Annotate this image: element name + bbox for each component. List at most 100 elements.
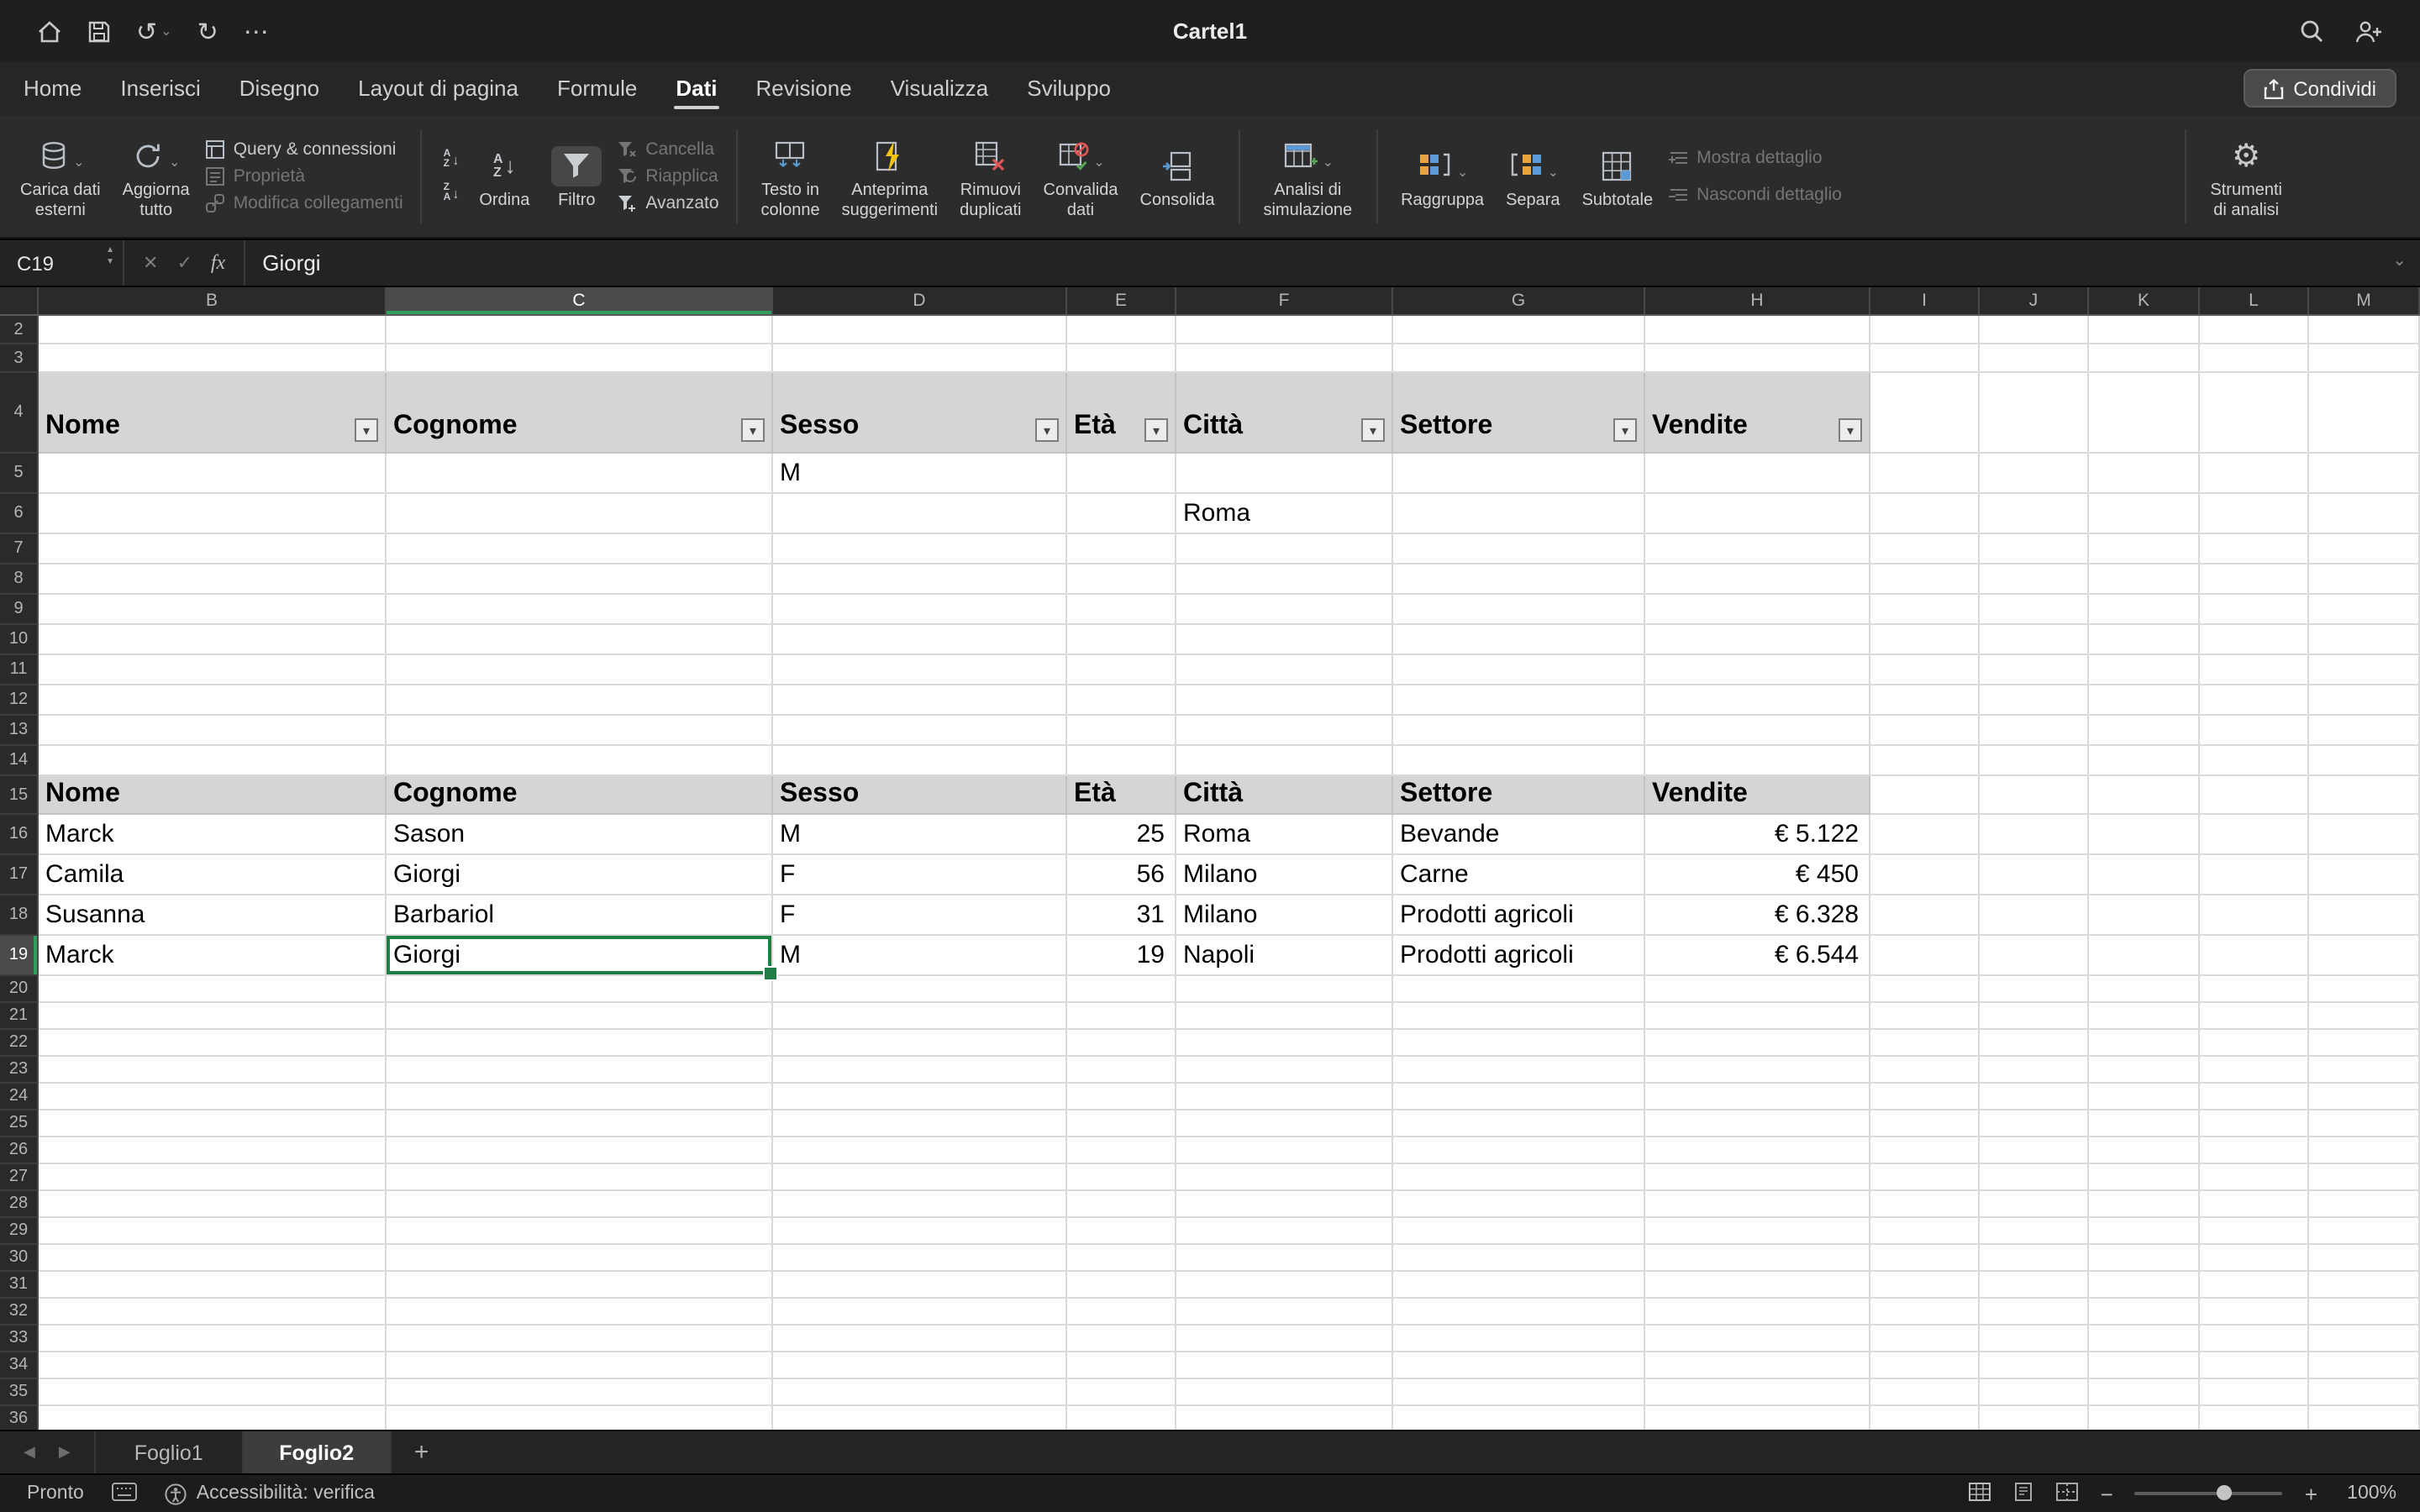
cell-J16[interactable] [1980, 815, 2089, 855]
cell-J23[interactable] [1980, 1057, 2089, 1084]
cell-K20[interactable] [2089, 976, 2200, 1003]
zoom-out-icon[interactable]: − [2101, 1481, 2113, 1506]
cell-G15[interactable]: Settore [1393, 776, 1645, 815]
cell-C16[interactable]: Sason [387, 815, 773, 855]
cell-F36[interactable] [1176, 1406, 1393, 1430]
cell-L12[interactable] [2200, 685, 2309, 716]
cell-F21[interactable] [1176, 1003, 1393, 1030]
cell-G12[interactable] [1393, 685, 1645, 716]
cell-D15[interactable]: Sesso [773, 776, 1067, 815]
cell-F17[interactable]: Milano [1176, 855, 1393, 895]
cell-E21[interactable] [1067, 1003, 1176, 1030]
row-header-13[interactable]: 13 [0, 716, 39, 746]
cell-F28[interactable] [1176, 1191, 1393, 1218]
cell-B36[interactable] [39, 1406, 387, 1430]
row-header-12[interactable]: 12 [0, 685, 39, 716]
cell-B16[interactable]: Marck [39, 815, 387, 855]
cell-J30[interactable] [1980, 1245, 2089, 1272]
cell-G33[interactable] [1393, 1326, 1645, 1352]
tab-sviluppo[interactable]: Sviluppo [1025, 66, 1113, 113]
cell-L5[interactable] [2200, 454, 2309, 494]
save-icon[interactable] [87, 19, 111, 43]
cell-M28[interactable] [2309, 1191, 2420, 1218]
cell-D2[interactable] [773, 316, 1067, 344]
column-header-L[interactable]: L [2200, 287, 2309, 314]
row-header-8[interactable]: 8 [0, 564, 39, 595]
cell-D22[interactable] [773, 1030, 1067, 1057]
cell-G7[interactable] [1393, 534, 1645, 564]
cell-M15[interactable] [2309, 776, 2420, 815]
cell-G35[interactable] [1393, 1379, 1645, 1406]
cell-K9[interactable] [2089, 595, 2200, 625]
cell-B17[interactable]: Camila [39, 855, 387, 895]
cell-B24[interactable] [39, 1084, 387, 1110]
cell-G4[interactable]: Settore▾ [1393, 373, 1645, 454]
cell-H28[interactable] [1645, 1191, 1870, 1218]
cell-M29[interactable] [2309, 1218, 2420, 1245]
row-header-7[interactable]: 7 [0, 534, 39, 564]
cell-I17[interactable] [1870, 855, 1980, 895]
tab-layout-di-pagina[interactable]: Layout di pagina [356, 66, 520, 113]
cell-E35[interactable] [1067, 1379, 1176, 1406]
cell-G21[interactable] [1393, 1003, 1645, 1030]
cell-C3[interactable] [387, 344, 773, 373]
cell-J6[interactable] [1980, 494, 2089, 534]
cell-I15[interactable] [1870, 776, 1980, 815]
row-header-4[interactable]: 4 [0, 373, 39, 454]
subtotal-button[interactable]: Subtotale [1576, 139, 1660, 214]
row-header-30[interactable]: 30 [0, 1245, 39, 1272]
cell-L33[interactable] [2200, 1326, 2309, 1352]
cell-M10[interactable] [2309, 625, 2420, 655]
cell-F30[interactable] [1176, 1245, 1393, 1272]
cell-I14[interactable] [1870, 746, 1980, 776]
select-all-corner[interactable] [0, 287, 39, 314]
cell-H16[interactable]: € 5.122 [1645, 815, 1870, 855]
cell-B32[interactable] [39, 1299, 387, 1326]
cell-H22[interactable] [1645, 1030, 1870, 1057]
cell-D3[interactable] [773, 344, 1067, 373]
row-header-10[interactable]: 10 [0, 625, 39, 655]
column-header-M[interactable]: M [2309, 287, 2420, 314]
cell-J3[interactable] [1980, 344, 2089, 373]
row-header-36[interactable]: 36 [0, 1406, 39, 1430]
cell-E32[interactable] [1067, 1299, 1176, 1326]
cell-G29[interactable] [1393, 1218, 1645, 1245]
cell-M9[interactable] [2309, 595, 2420, 625]
cell-F27[interactable] [1176, 1164, 1393, 1191]
cell-D11[interactable] [773, 655, 1067, 685]
cell-B34[interactable] [39, 1352, 387, 1379]
cell-J32[interactable] [1980, 1299, 2089, 1326]
cell-B29[interactable] [39, 1218, 387, 1245]
cell-F32[interactable] [1176, 1299, 1393, 1326]
cell-L22[interactable] [2200, 1030, 2309, 1057]
cell-K33[interactable] [2089, 1326, 2200, 1352]
cell-C5[interactable] [387, 454, 773, 494]
cell-C27[interactable] [387, 1164, 773, 1191]
cell-J31[interactable] [1980, 1272, 2089, 1299]
cell-G9[interactable] [1393, 595, 1645, 625]
cell-M31[interactable] [2309, 1272, 2420, 1299]
cell-B6[interactable] [39, 494, 387, 534]
row-header-34[interactable]: 34 [0, 1352, 39, 1379]
cell-M23[interactable] [2309, 1057, 2420, 1084]
cell-D10[interactable] [773, 625, 1067, 655]
cell-L4[interactable] [2200, 373, 2309, 454]
cell-F35[interactable] [1176, 1379, 1393, 1406]
cell-B14[interactable] [39, 746, 387, 776]
keyboard-icon[interactable] [111, 1481, 138, 1506]
cell-K14[interactable] [2089, 746, 2200, 776]
cell-I20[interactable] [1870, 976, 1980, 1003]
cell-F16[interactable]: Roma [1176, 815, 1393, 855]
cell-E7[interactable] [1067, 534, 1176, 564]
row-header-28[interactable]: 28 [0, 1191, 39, 1218]
cell-J12[interactable] [1980, 685, 2089, 716]
cell-I18[interactable] [1870, 895, 1980, 936]
column-header-J[interactable]: J [1980, 287, 2089, 314]
cell-I11[interactable] [1870, 655, 1980, 685]
cell-C7[interactable] [387, 534, 773, 564]
cell-J17[interactable] [1980, 855, 2089, 895]
cell-B25[interactable] [39, 1110, 387, 1137]
cell-K18[interactable] [2089, 895, 2200, 936]
cell-E10[interactable] [1067, 625, 1176, 655]
cell-H18[interactable]: € 6.328 [1645, 895, 1870, 936]
